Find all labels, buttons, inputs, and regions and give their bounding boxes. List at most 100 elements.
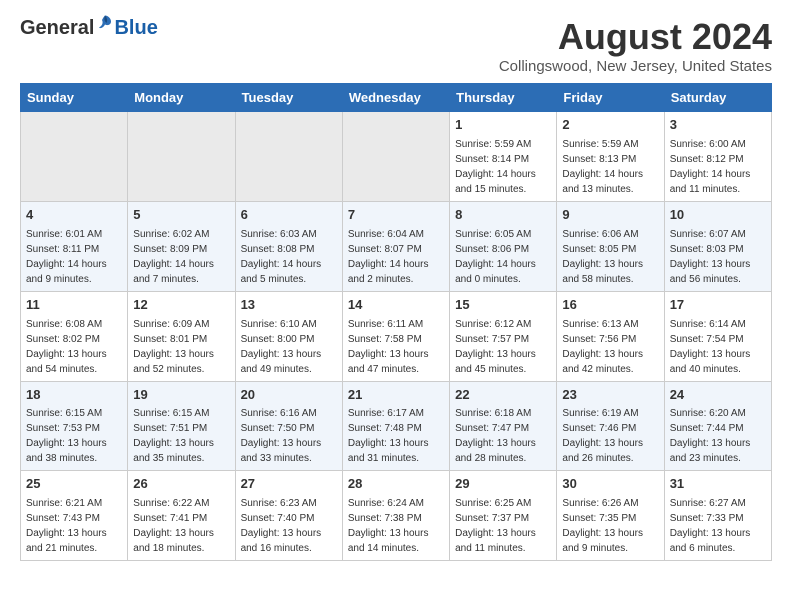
day-number-6: 6 <box>241 206 337 225</box>
day-number-21: 21 <box>348 386 444 405</box>
day-number-14: 14 <box>348 296 444 315</box>
day-number-20: 20 <box>241 386 337 405</box>
day-number-12: 12 <box>133 296 229 315</box>
calendar-cell-w2-d2: 5 Sunrise: 6:02 AM Sunset: 8:09 PM Daylig… <box>128 201 235 291</box>
logo-bird-icon <box>96 14 114 32</box>
day-number-28: 28 <box>348 475 444 494</box>
calendar-cell-w1-d5: 1 Sunrise: 5:59 AM Sunset: 8:14 PM Daylig… <box>450 112 557 202</box>
week-row-3: 11Sunrise: 6:08 AM Sunset: 8:02 PM Dayli… <box>21 291 772 381</box>
week-row-5: 25 Sunrise: 6:21 AM Sunset: 7:43 PM Dayli… <box>21 471 772 561</box>
calendar-cell-w3-d2: 12 Sunrise: 6:09 AM Sunset: 8:01 PM Dayli… <box>128 291 235 381</box>
day-number-17: 17 <box>670 296 766 315</box>
calendar-cell-w2-d4: 7 Sunrise: 6:04 AM Sunset: 8:07 PM Daylig… <box>342 201 449 291</box>
day-number-8: 8 <box>455 206 551 225</box>
day-number-16: 16 <box>562 296 658 315</box>
day-number-13: 13 <box>241 296 337 315</box>
calendar-cell-w5-d5: 29Sunrise: 6:25 AM Sunset: 7:37 PM Dayli… <box>450 471 557 561</box>
calendar-cell-w3-d5: 15Sunrise: 6:12 AM Sunset: 7:57 PM Dayli… <box>450 291 557 381</box>
day-info-24: Sunrise: 6:20 AM Sunset: 7:44 PM Dayligh… <box>670 406 766 466</box>
day-info-7: Sunrise: 6:04 AM Sunset: 8:07 PM Dayligh… <box>348 227 444 287</box>
month-title: August 2024 <box>499 16 772 58</box>
calendar-cell-w2-d7: 10 Sunrise: 6:07 AM Sunset: 8:03 PM Dayli… <box>664 201 771 291</box>
calendar-cell-w4-d1: 18Sunrise: 6:15 AM Sunset: 7:53 PM Dayli… <box>21 381 128 471</box>
weekday-wednesday: Wednesday <box>342 84 449 112</box>
week-row-2: 4Sunrise: 6:01 AM Sunset: 8:11 PM Daylig… <box>21 201 772 291</box>
day-info-12: Sunrise: 6:09 AM Sunset: 8:01 PM Dayligh… <box>133 317 229 377</box>
title-area: August 2024 Collingswood, New Jersey, Un… <box>499 16 772 75</box>
logo: General Blue <box>20 16 158 40</box>
day-info-25: Sunrise: 6:21 AM Sunset: 7:43 PM Dayligh… <box>26 496 122 556</box>
day-info-10: Sunrise: 6:07 AM Sunset: 8:03 PM Dayligh… <box>670 227 766 287</box>
day-info-19: Sunrise: 6:15 AM Sunset: 7:51 PM Dayligh… <box>133 406 229 466</box>
day-info-31: Sunrise: 6:27 AM Sunset: 7:33 PM Dayligh… <box>670 496 766 556</box>
day-info-29: Sunrise: 6:25 AM Sunset: 7:37 PM Dayligh… <box>455 496 551 556</box>
calendar-cell-w5-d4: 28 Sunrise: 6:24 AM Sunset: 7:38 PM Dayli… <box>342 471 449 561</box>
day-info-13: Sunrise: 6:10 AM Sunset: 8:00 PM Dayligh… <box>241 317 337 377</box>
calendar-cell-w4-d5: 22Sunrise: 6:18 AM Sunset: 7:47 PM Dayli… <box>450 381 557 471</box>
day-number-24: 24 <box>670 386 766 405</box>
day-number-31: 31 <box>670 475 766 494</box>
calendar-cell-w4-d3: 20Sunrise: 6:16 AM Sunset: 7:50 PM Dayli… <box>235 381 342 471</box>
calendar-cell-w5-d1: 25 Sunrise: 6:21 AM Sunset: 7:43 PM Dayli… <box>21 471 128 561</box>
day-info-17: Sunrise: 6:14 AM Sunset: 7:54 PM Dayligh… <box>670 317 766 377</box>
day-number-1: 1 <box>455 116 551 135</box>
calendar-cell-w1-d4 <box>342 112 449 202</box>
calendar-cell-w4-d4: 21Sunrise: 6:17 AM Sunset: 7:48 PM Dayli… <box>342 381 449 471</box>
calendar-cell-w2-d5: 8 Sunrise: 6:05 AM Sunset: 8:06 PM Daylig… <box>450 201 557 291</box>
day-info-27: Sunrise: 6:23 AM Sunset: 7:40 PM Dayligh… <box>241 496 337 556</box>
calendar-cell-w3-d3: 13 Sunrise: 6:10 AM Sunset: 8:00 PM Dayli… <box>235 291 342 381</box>
weekday-header-row: SundayMondayTuesdayWednesdayThursdayFrid… <box>21 84 772 112</box>
day-info-3: Sunrise: 6:00 AM Sunset: 8:12 PM Dayligh… <box>670 137 766 197</box>
day-number-18: 18 <box>26 386 122 405</box>
calendar-cell-w3-d7: 17 Sunrise: 6:14 AM Sunset: 7:54 PM Dayli… <box>664 291 771 381</box>
calendar-cell-w1-d2 <box>128 112 235 202</box>
day-info-2: Sunrise: 5:59 AM Sunset: 8:13 PM Dayligh… <box>562 137 658 197</box>
calendar-cell-w2-d3: 6 Sunrise: 6:03 AM Sunset: 8:08 PM Daylig… <box>235 201 342 291</box>
day-number-10: 10 <box>670 206 766 225</box>
day-number-7: 7 <box>348 206 444 225</box>
day-number-23: 23 <box>562 386 658 405</box>
location-subtitle: Collingswood, New Jersey, United States <box>499 58 772 75</box>
day-info-6: Sunrise: 6:03 AM Sunset: 8:08 PM Dayligh… <box>241 227 337 287</box>
calendar-cell-w3-d6: 16Sunrise: 6:13 AM Sunset: 7:56 PM Dayli… <box>557 291 664 381</box>
calendar-cell-w3-d4: 14Sunrise: 6:11 AM Sunset: 7:58 PM Dayli… <box>342 291 449 381</box>
day-number-9: 9 <box>562 206 658 225</box>
weekday-monday: Monday <box>128 84 235 112</box>
calendar-cell-w5-d7: 31 Sunrise: 6:27 AM Sunset: 7:33 PM Dayli… <box>664 471 771 561</box>
day-info-1: Sunrise: 5:59 AM Sunset: 8:14 PM Dayligh… <box>455 137 551 197</box>
day-number-25: 25 <box>26 475 122 494</box>
weekday-tuesday: Tuesday <box>235 84 342 112</box>
day-info-26: Sunrise: 6:22 AM Sunset: 7:41 PM Dayligh… <box>133 496 229 556</box>
calendar-cell-w2-d1: 4Sunrise: 6:01 AM Sunset: 8:11 PM Daylig… <box>21 201 128 291</box>
day-info-9: Sunrise: 6:06 AM Sunset: 8:05 PM Dayligh… <box>562 227 658 287</box>
day-number-5: 5 <box>133 206 229 225</box>
calendar-cell-w1-d6: 2 Sunrise: 5:59 AM Sunset: 8:13 PM Daylig… <box>557 112 664 202</box>
day-info-18: Sunrise: 6:15 AM Sunset: 7:53 PM Dayligh… <box>26 406 122 466</box>
header: General Blue August 2024 Collingswood, N… <box>20 16 772 75</box>
day-info-21: Sunrise: 6:17 AM Sunset: 7:48 PM Dayligh… <box>348 406 444 466</box>
weekday-friday: Friday <box>557 84 664 112</box>
day-number-2: 2 <box>562 116 658 135</box>
calendar-cell-w1-d3 <box>235 112 342 202</box>
logo-blue-text: Blue <box>114 17 157 40</box>
day-info-8: Sunrise: 6:05 AM Sunset: 8:06 PM Dayligh… <box>455 227 551 287</box>
day-info-28: Sunrise: 6:24 AM Sunset: 7:38 PM Dayligh… <box>348 496 444 556</box>
day-number-4: 4 <box>26 206 122 225</box>
day-number-3: 3 <box>670 116 766 135</box>
week-row-1: 1 Sunrise: 5:59 AM Sunset: 8:14 PM Daylig… <box>21 112 772 202</box>
calendar-table: SundayMondayTuesdayWednesdayThursdayFrid… <box>20 83 772 561</box>
weekday-thursday: Thursday <box>450 84 557 112</box>
day-info-20: Sunrise: 6:16 AM Sunset: 7:50 PM Dayligh… <box>241 406 337 466</box>
logo-general-text: General <box>20 17 94 40</box>
day-number-11: 11 <box>26 296 122 315</box>
calendar-cell-w5-d2: 26 Sunrise: 6:22 AM Sunset: 7:41 PM Dayli… <box>128 471 235 561</box>
calendar-cell-w2-d6: 9 Sunrise: 6:06 AM Sunset: 8:05 PM Daylig… <box>557 201 664 291</box>
day-number-26: 26 <box>133 475 229 494</box>
day-info-5: Sunrise: 6:02 AM Sunset: 8:09 PM Dayligh… <box>133 227 229 287</box>
calendar-cell-w5-d3: 27Sunrise: 6:23 AM Sunset: 7:40 PM Dayli… <box>235 471 342 561</box>
day-info-22: Sunrise: 6:18 AM Sunset: 7:47 PM Dayligh… <box>455 406 551 466</box>
weekday-saturday: Saturday <box>664 84 771 112</box>
calendar-cell-w1-d1 <box>21 112 128 202</box>
day-number-22: 22 <box>455 386 551 405</box>
week-row-4: 18Sunrise: 6:15 AM Sunset: 7:53 PM Dayli… <box>21 381 772 471</box>
